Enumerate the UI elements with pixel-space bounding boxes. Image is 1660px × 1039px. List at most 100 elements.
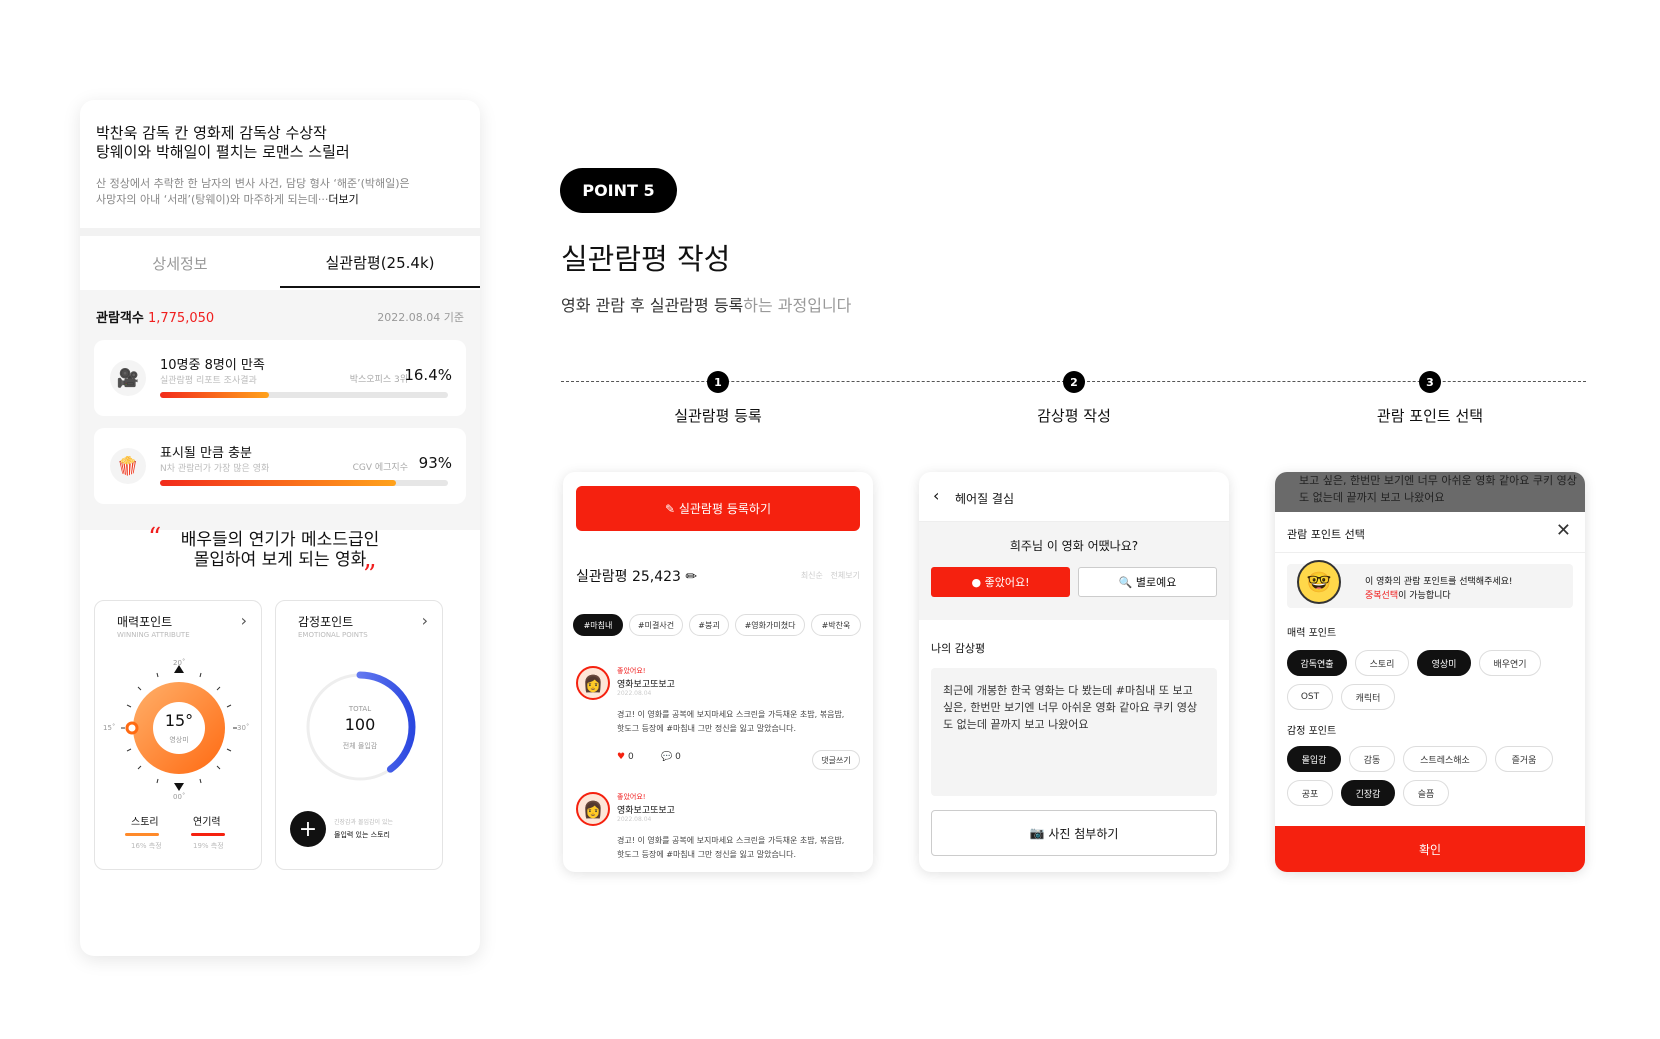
hashtag[interactable]: #붕괴 (689, 614, 729, 636)
emotion-section-label: 감정 포인트 (1287, 726, 1337, 737)
film-camera-icon: 🎥 (110, 360, 146, 396)
attach-photo-button[interactable]: 📷 사진 첨부하기 (931, 810, 1217, 856)
step-label: 실관람평 등록 (674, 407, 762, 425)
legend-story-bar (125, 833, 159, 836)
chevron-right-icon[interactable]: › (422, 611, 428, 630)
page-title: 실관람평 작성 (561, 242, 731, 276)
chip-charm[interactable]: OST (1287, 684, 1333, 710)
bottom-sheet: 관람 포인트 선택 ✕ 🤓 이 영화의 관람 포인트를 선택해주세요! 중복선택… (1275, 512, 1585, 872)
emotion-note-strong: 몰입력 있는 스토리 (334, 831, 390, 839)
charm-value: 15° (164, 711, 194, 730)
select-points-screen: 보고 싶은, 한번만 보기엔 너무 아쉬운 영화 같아요 쿠키 영상도 없는데 … (1275, 472, 1585, 872)
chip-emotion[interactable]: 감동 (1349, 746, 1395, 772)
legend-story: 스토리 (131, 817, 159, 828)
my-review-label: 나의 감상평 (931, 642, 986, 655)
sort-options[interactable]: 최신순 전체보기 (801, 570, 860, 581)
comment-button[interactable]: 💬 0 (661, 752, 681, 762)
hashtag[interactable]: #마침내 (573, 614, 623, 636)
review-rating: 좋았어요! (617, 667, 646, 675)
chip-charm[interactable]: 스토리 (1355, 650, 1409, 676)
chip-charm[interactable]: 캐릭터 (1341, 684, 1395, 710)
total-label: TOTAL (348, 705, 372, 713)
register-review-button[interactable]: ✎ 실관람평 등록하기 (576, 486, 860, 531)
review-body: 경고! 이 영화를 공복에 보지마세요 스크린을 가득채운 초밥, 볶음밥, 핫… (617, 836, 845, 859)
review-rating: 좋았어요! (617, 793, 646, 801)
stat-bar (160, 480, 448, 486)
review-textarea[interactable]: 최근에 개봉한 한국 영화는 다 봤는데 #마침내 또 보고 싶은, 한번만 보… (931, 668, 1217, 796)
stat-value: 93% (418, 454, 452, 472)
avatar: 👩 (576, 792, 610, 826)
stat-sub: N차 관람러가 가장 많은 영화 (160, 464, 270, 474)
stat-rank: CGV 에그지수 (352, 463, 408, 473)
charm-label: 영상미 (169, 736, 189, 744)
stat-value: 16.4% (404, 366, 452, 384)
chip-emotion[interactable]: 긴장감 (1341, 780, 1395, 806)
tab-reviews[interactable]: 실관람평(25.4k) (280, 238, 480, 288)
close-icon[interactable]: ✕ (1556, 520, 1571, 541)
page-subtitle: 영화 관람 후 실관람평 등록하는 과정입니다 (561, 296, 852, 315)
magnifier-icon: 🔍 (1118, 575, 1133, 589)
avatar: 👩 (576, 666, 610, 700)
emotion-subtitle: EMOTIONAL POINTS (298, 631, 368, 639)
reply-button[interactable]: 댓글쓰기 (812, 750, 860, 770)
stat-title: 표시될 만큼 충분 (160, 446, 252, 461)
stat-title: 10명중 8명이 만족 (160, 358, 265, 373)
back-icon[interactable]: ‹ (933, 486, 939, 505)
tab-detail[interactable]: 상세정보 (80, 238, 280, 288)
chip-emotion[interactable]: 공포 (1287, 780, 1333, 806)
point-badge: POINT 5 (560, 168, 677, 213)
dimmed-text: 보고 싶은, 한번만 보기엔 너무 아쉬운 영화 같아요 쿠키 영상도 없는데 … (1299, 474, 1577, 504)
charm-point-card[interactable]: 매력포인트 WINNING ATTRIBUTE › 20˚ 15˚ 30˚ 00… (94, 600, 262, 870)
legend-acting-bar (191, 833, 225, 836)
more-link[interactable]: 더보기 (328, 193, 358, 206)
emotion-point-card[interactable]: 감정포인트 EMOTIONAL POINTS › TOTAL 100 전체 몰입… (275, 600, 443, 870)
stat-card: 🎥 10명중 8명이 만족 실관람평 리포트 조사결과 박스오피스 3위 16.… (94, 340, 466, 416)
comment-icon: 💬 (661, 752, 673, 762)
hashtag[interactable]: #미결사건 (629, 614, 683, 636)
chip-charm[interactable]: 영상미 (1417, 650, 1471, 676)
review-list-screen: ✎ 실관람평 등록하기 실관람평 25,423 ✏ 최신순 전체보기 #마침내 … (563, 472, 873, 872)
chevron-right-icon[interactable]: › (241, 611, 247, 630)
chip-charm[interactable]: 감독연출 (1287, 650, 1347, 676)
confirm-button[interactable]: 확인 (1275, 826, 1585, 872)
stat-bar (160, 392, 448, 398)
hashtag[interactable]: #박찬욱 (811, 614, 861, 636)
total-sub: 전체 몰입감 (342, 742, 378, 750)
emotion-note: 긴장감과 몰입감이 있는 (334, 819, 394, 826)
mascot-icon: 🤓 (1297, 560, 1341, 604)
sheet-title: 관람 포인트 선택 (1287, 528, 1365, 541)
chip-emotion[interactable]: 몰입감 (1287, 746, 1341, 772)
divider (80, 228, 480, 236)
movie-detail-phone: 박찬욱 감독 칸 영화제 감독상 수상작 탕웨이와 박해일이 펼치는 로맨스 스… (80, 100, 480, 956)
write-review-screen: ‹ 헤어질 결심 희주님 이 영화 어땠나요? ● 좋았어요! 🔍 별로예요 나… (919, 472, 1229, 872)
legend-story-sub: 16% 측정 (131, 842, 162, 850)
movie-headline: 박찬욱 감독 칸 영화제 감독상 수상작 탕웨이와 박해일이 펼치는 로맨스 스… (96, 124, 350, 161)
info-subtext: 중복선택이 가능합니다 (1365, 591, 1451, 601)
step-number: 2 (1063, 371, 1085, 393)
review-author: 영화보고또보고 (617, 680, 675, 690)
charm-title: 매력포인트 (117, 615, 173, 629)
review-quote: 배우들의 연기가 메소드급인 몰입하여 보게 되는 영화 (180, 530, 380, 570)
tick-label: 20˚ (173, 659, 186, 667)
step-label: 감상평 작성 (1037, 407, 1111, 425)
pencil-icon: ✏ (685, 569, 698, 585)
chip-emotion[interactable]: 스트레스해소 (1403, 746, 1487, 772)
popcorn-icon: 🍿 (110, 448, 146, 484)
charm-section-label: 매력 포인트 (1287, 628, 1337, 639)
good-button[interactable]: ● 좋았어요! (931, 567, 1070, 597)
like-button[interactable]: ♥ 0 (617, 752, 634, 762)
review-date: 2022.08.04 (617, 816, 652, 823)
bad-button[interactable]: 🔍 별로예요 (1078, 567, 1217, 597)
review-author: 영화보고또보고 (617, 806, 675, 816)
heart-icon: ♥ (617, 752, 626, 762)
chip-emotion[interactable]: 슬픔 (1403, 780, 1449, 806)
total-value: 100 (344, 715, 376, 734)
add-button[interactable]: + (290, 811, 326, 847)
egg-icon: ● (971, 575, 982, 589)
stat-rank: 박스오피스 3위 (349, 375, 408, 385)
chip-emotion[interactable]: 즐거움 (1495, 746, 1553, 772)
stat-bar-fill (160, 392, 270, 398)
stat-card: 🍿 표시될 만큼 충분 N차 관람러가 가장 많은 영화 CGV 에그지수 93… (94, 428, 466, 504)
hashtag[interactable]: #영화가미쳤다 (735, 614, 805, 636)
chip-charm[interactable]: 배우연기 (1479, 650, 1541, 676)
